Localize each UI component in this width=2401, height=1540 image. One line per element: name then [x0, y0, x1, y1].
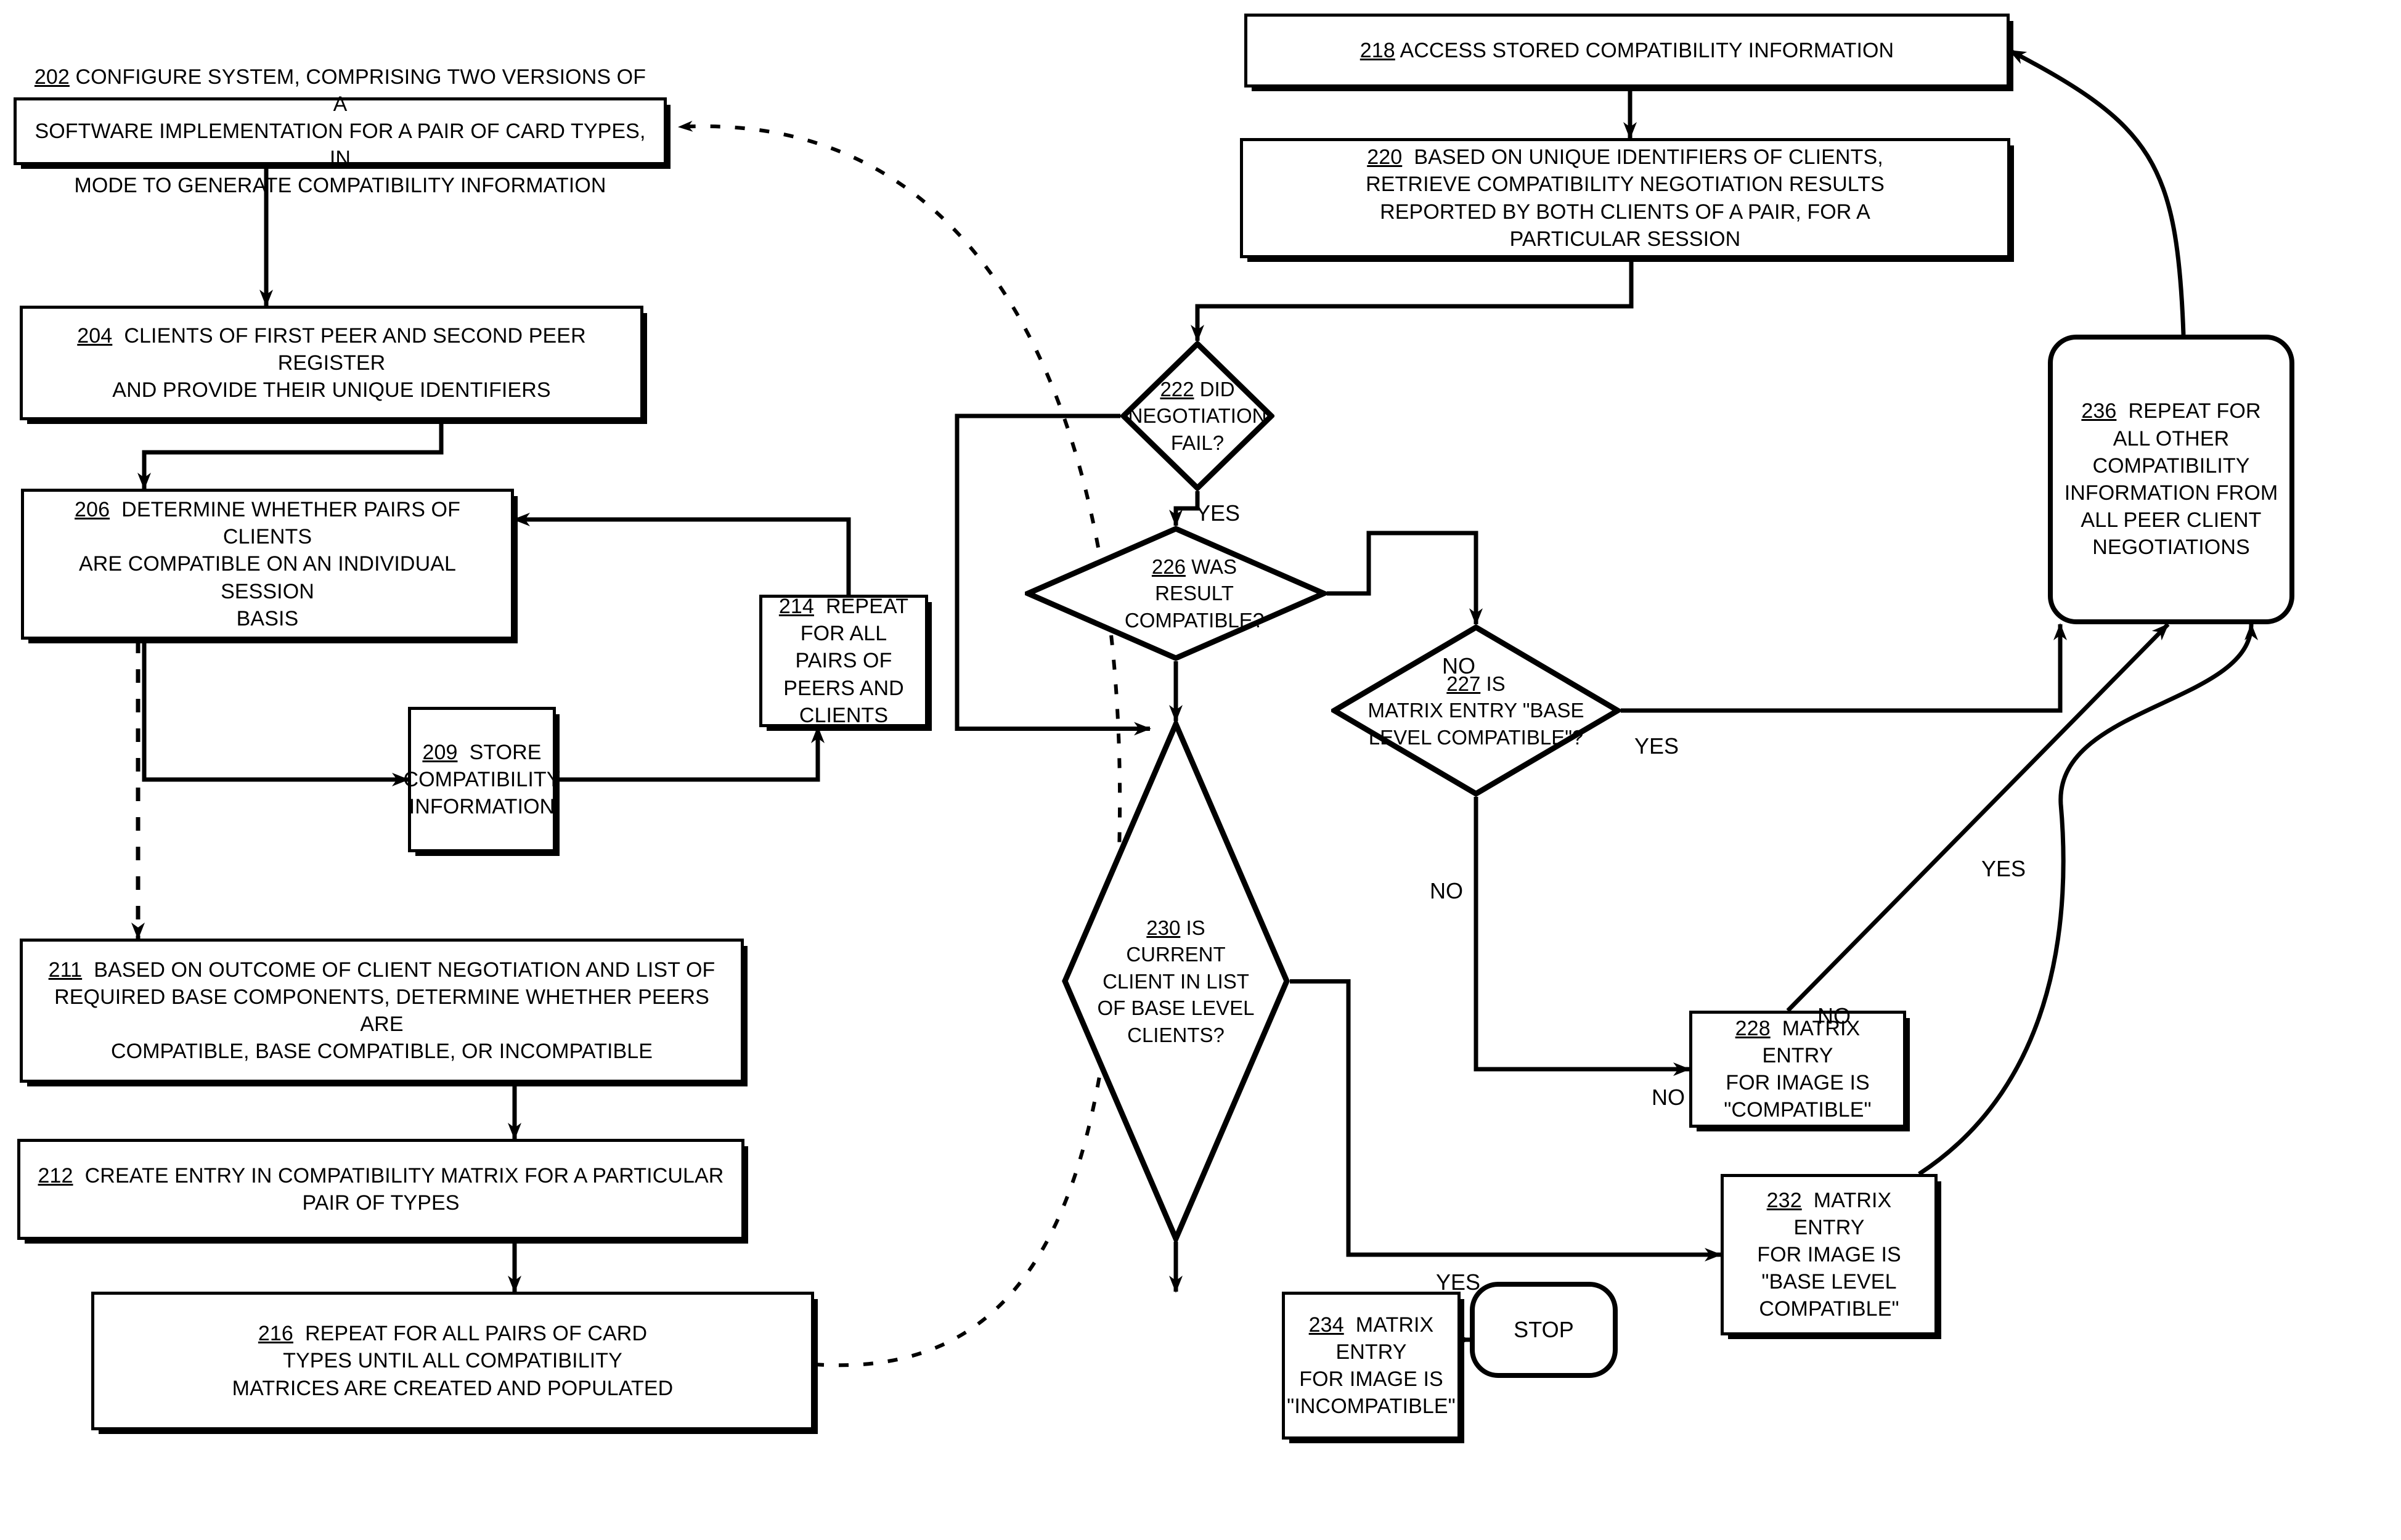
- node-216: 216 REPEAT FOR ALL PAIRS OF CARD TYPES U…: [91, 1292, 814, 1430]
- node-206-ref: 206: [75, 498, 110, 522]
- node-220-text: BASED ON UNIQUE IDENTIFIERS OF CLIENTS, …: [1366, 145, 1885, 251]
- node-226-label: 226 WAS RESULT COMPATIBLE?: [1025, 526, 1327, 661]
- edge-label-230-no: NO: [1652, 1085, 1685, 1110]
- edge-label-226-yes: YES: [1634, 733, 1679, 759]
- node-204-ref: 204: [77, 324, 113, 348]
- node-220-ref: 220: [1367, 145, 1403, 169]
- edge-label-222-no: NO: [1442, 653, 1475, 678]
- wire-220-to-222: [1191, 258, 1634, 342]
- node-209-ref: 209: [422, 740, 458, 764]
- node-stop-text: STOP: [1514, 1316, 1574, 1342]
- wire-206-to-209-dummy: [153, 641, 362, 780]
- node-206: 206 DETERMINE WHETHER PAIRS OF CLIENTS A…: [21, 489, 514, 640]
- node-236-text: REPEAT FOR ALL OTHER COMPATIBILITY INFOR…: [2064, 399, 2278, 560]
- node-stop: STOP: [1470, 1282, 1618, 1378]
- node-212: 212 CREATE ENTRY IN COMPATIBILITY MATRIX…: [17, 1139, 744, 1240]
- node-226-text: WAS RESULT COMPATIBLE?: [1124, 555, 1265, 632]
- node-202-ref: 202: [34, 65, 70, 89]
- node-211-ref: 211: [48, 958, 83, 982]
- node-216-ref: 216: [258, 1322, 293, 1346]
- node-230: 230 IS CURRENT CLIENT IN LIST OF BASE LE…: [1062, 721, 1290, 1242]
- node-218-ref: 218: [1359, 38, 1395, 62]
- wire-230-no-232: [1290, 979, 1722, 1261]
- node-222-ref: 222: [1160, 377, 1194, 401]
- edge-label-227-yes: YES: [1981, 856, 2026, 881]
- node-212-text: CREATE ENTRY IN COMPATIBILITY MATRIX FOR…: [84, 1163, 724, 1215]
- node-206-text: DETERMINE WHETHER PAIRS OF CLIENTS ARE C…: [78, 498, 460, 630]
- node-236-ref: 236: [2081, 399, 2117, 423]
- node-228-ref: 228: [1735, 1016, 1771, 1040]
- wire-204-to-206: [137, 420, 444, 490]
- edge-label-227-no: NO: [1817, 1003, 1851, 1029]
- node-211-text: BASED ON OUTCOME OF CLIENT NEGOTIATION A…: [54, 958, 715, 1064]
- wire-228-to-236: [1786, 622, 2170, 1012]
- node-222-label: 222 DID NEGOTIATION FAIL?: [1120, 341, 1274, 491]
- node-226: 226 WAS RESULT COMPATIBLE?: [1025, 526, 1327, 661]
- node-202-text: CONFIGURE SYSTEM, COMPRISING TWO VERSION…: [35, 65, 646, 198]
- node-227: 227 IS MATRIX ENTRY "BASE LEVEL COMPATIB…: [1331, 624, 1621, 797]
- node-212-ref: 212: [38, 1163, 73, 1188]
- wire-209-to-214: [556, 726, 825, 782]
- node-218: 218 ACCESS STORED COMPATIBILITY INFORMAT…: [1244, 14, 2010, 88]
- node-234: 234 MATRIX ENTRY FOR IMAGE IS "INCOMPATI…: [1282, 1292, 1461, 1440]
- node-204-text: CLIENTS OF FIRST PEER AND SECOND PEER RE…: [112, 324, 586, 402]
- node-228: 228 MATRIX ENTRY FOR IMAGE IS "COMPATIBL…: [1689, 1011, 1906, 1128]
- node-202: 202 CONFIGURE SYSTEM, COMPRISING TWO VER…: [14, 65, 667, 197]
- node-211: 211 BASED ON OUTCOME OF CLIENT NEGOTIATI…: [20, 939, 744, 1083]
- node-214: 214 REPEAT FOR ALL PAIRS OF PEERS AND CL…: [759, 595, 928, 727]
- node-232-ref: 232: [1766, 1188, 1802, 1212]
- node-216-text: REPEAT FOR ALL PAIRS OF CARD TYPES UNTIL…: [232, 1322, 674, 1400]
- node-226-ref: 226: [1151, 555, 1186, 578]
- node-220: 220 BASED ON UNIQUE IDENTIFIERS OF CLIEN…: [1240, 138, 2010, 258]
- wire-222-no-226: [1169, 491, 1200, 527]
- node-209: 209 STORE COMPATIBILITY INFORMATION: [403, 707, 560, 852]
- node-222: 222 DID NEGOTIATION FAIL?: [1120, 341, 1274, 491]
- wire-236-to-218: [2008, 48, 2186, 335]
- wire-226-yes-227: [1327, 531, 1483, 625]
- wire-216-to-202: [678, 120, 1122, 1367]
- node-214-ref: 214: [778, 595, 814, 619]
- edge-label-222-yes: YES: [1196, 500, 1241, 526]
- wire-206-to-209: [142, 640, 409, 786]
- wire-227-yes-236: [1621, 623, 2067, 713]
- wire-227-no-228: [1474, 797, 1690, 1076]
- wire-214-to-206: [513, 513, 851, 595]
- node-230-label: 230 IS CURRENT CLIENT IN LIST OF BASE LE…: [1062, 721, 1290, 1242]
- node-236: 236 REPEAT FOR ALL OTHER COMPATIBILITY I…: [2048, 335, 2294, 624]
- edge-label-226-no: NO: [1430, 878, 1463, 903]
- node-232: 232 MATRIX ENTRY FOR IMAGE IS "BASE LEVE…: [1721, 1174, 1938, 1335]
- node-218-text: ACCESS STORED COMPATIBILITY INFORMATION: [1400, 38, 1894, 62]
- node-227-label: 227 IS MATRIX ENTRY "BASE LEVEL COMPATIB…: [1331, 624, 1621, 797]
- node-234-ref: 234: [1308, 1313, 1344, 1337]
- node-204: 204 CLIENTS OF FIRST PEER AND SECOND PEE…: [20, 306, 643, 420]
- node-222-text: DID NEGOTIATION FAIL?: [1128, 377, 1267, 454]
- flowchart-canvas: 202 CONFIGURE SYSTEM, COMPRISING TWO VER…: [0, 0, 2401, 1540]
- wire-232-to-236: [1918, 623, 2258, 1176]
- node-230-ref: 230: [1146, 916, 1181, 939]
- edge-label-230-yes: YES: [1436, 1269, 1481, 1295]
